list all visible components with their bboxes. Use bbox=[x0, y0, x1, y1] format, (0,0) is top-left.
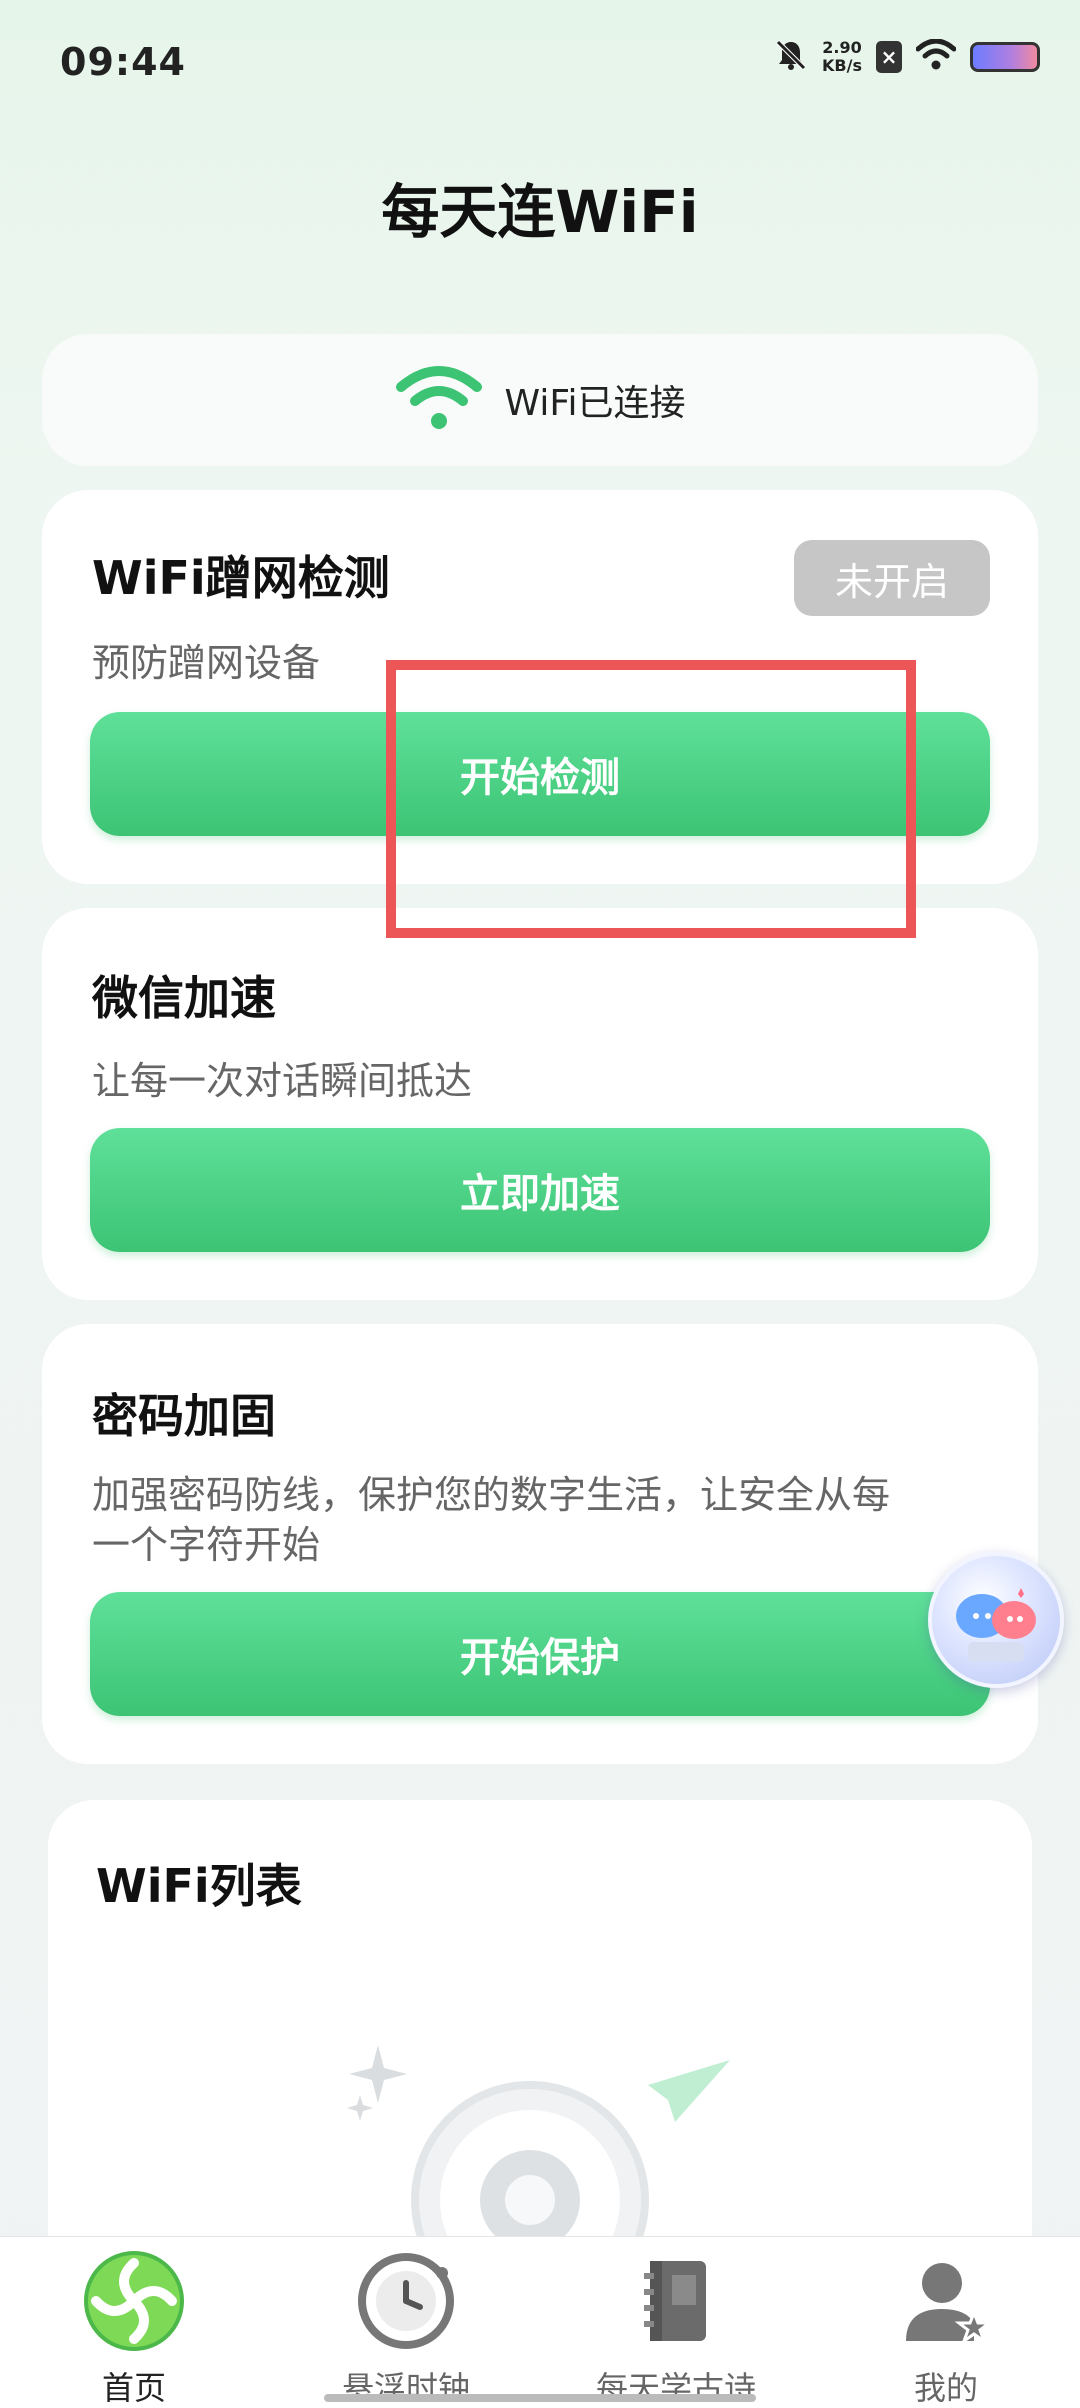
bell-mute-icon bbox=[774, 38, 808, 76]
nav-item-floating-clock[interactable]: 悬浮时钟 bbox=[296, 2251, 516, 2407]
wechat-card-subtitle: 让每一次对话瞬间抵达 bbox=[92, 1059, 473, 1103]
bottom-nav: 首页 悬浮时钟 每天学古诗 我的 bbox=[0, 2236, 1080, 2408]
nav-item-home[interactable]: 首页 bbox=[24, 2251, 244, 2407]
status-time: 09:44 bbox=[60, 40, 186, 84]
home-indicator bbox=[324, 2394, 756, 2402]
start-protect-button[interactable]: 开始保护 bbox=[90, 1592, 990, 1716]
wifi-connected-icon bbox=[395, 365, 483, 435]
net-speed-unit: KB/s bbox=[822, 56, 862, 75]
boost-now-button[interactable]: 立即加速 bbox=[90, 1128, 990, 1252]
status-bar: 09:44 2.90 KB/s × bbox=[0, 0, 1080, 120]
wifi-status-text: WiFi已连接 bbox=[504, 383, 686, 424]
nav-label-home: 首页 bbox=[101, 2369, 166, 2407]
wifi-list-title: WiFi列表 bbox=[96, 1859, 302, 1913]
password-card-subtitle-1: 加强密码防线，保护您的数字生活，让安全从每 bbox=[92, 1473, 891, 1517]
detect-card-title: WiFi蹭网检测 bbox=[92, 551, 390, 605]
detect-card-subtitle: 预防蹭网设备 bbox=[92, 641, 321, 685]
page-title: 每天连WiFi bbox=[381, 178, 699, 246]
home-icon bbox=[84, 2251, 184, 2351]
highlight-box bbox=[386, 660, 916, 938]
password-card: 密码加固 加强密码防线，保护您的数字生活，让安全从每 一个字符开始 开始保护 bbox=[42, 1324, 1038, 1764]
clock-icon bbox=[356, 2251, 456, 2351]
sim-x-icon: × bbox=[876, 41, 902, 73]
wifi-icon bbox=[915, 38, 957, 75]
wechat-boost-card: 微信加速 让每一次对话瞬间抵达 立即加速 bbox=[42, 908, 1038, 1300]
detect-status-badge[interactable]: 未开启 bbox=[794, 540, 990, 616]
password-card-title: 密码加固 bbox=[92, 1389, 276, 1443]
book-icon bbox=[626, 2251, 726, 2351]
status-icons: 2.90 KB/s × bbox=[774, 38, 1040, 76]
password-card-subtitle-2: 一个字符开始 bbox=[92, 1523, 321, 1567]
net-speed: 2.90 KB/s bbox=[822, 39, 862, 75]
nav-item-poetry[interactable]: 每天学古诗 bbox=[566, 2251, 786, 2407]
floating-assistant-button[interactable] bbox=[928, 1552, 1064, 1688]
wechat-card-title: 微信加速 bbox=[92, 971, 276, 1025]
nav-item-mine[interactable]: 我的 bbox=[836, 2251, 1056, 2407]
battery-icon bbox=[970, 42, 1040, 72]
net-speed-value: 2.90 bbox=[822, 38, 862, 57]
user-icon bbox=[896, 2251, 996, 2351]
nav-label-mine: 我的 bbox=[913, 2369, 978, 2407]
wifi-status-card[interactable]: WiFi已连接 bbox=[42, 334, 1038, 466]
